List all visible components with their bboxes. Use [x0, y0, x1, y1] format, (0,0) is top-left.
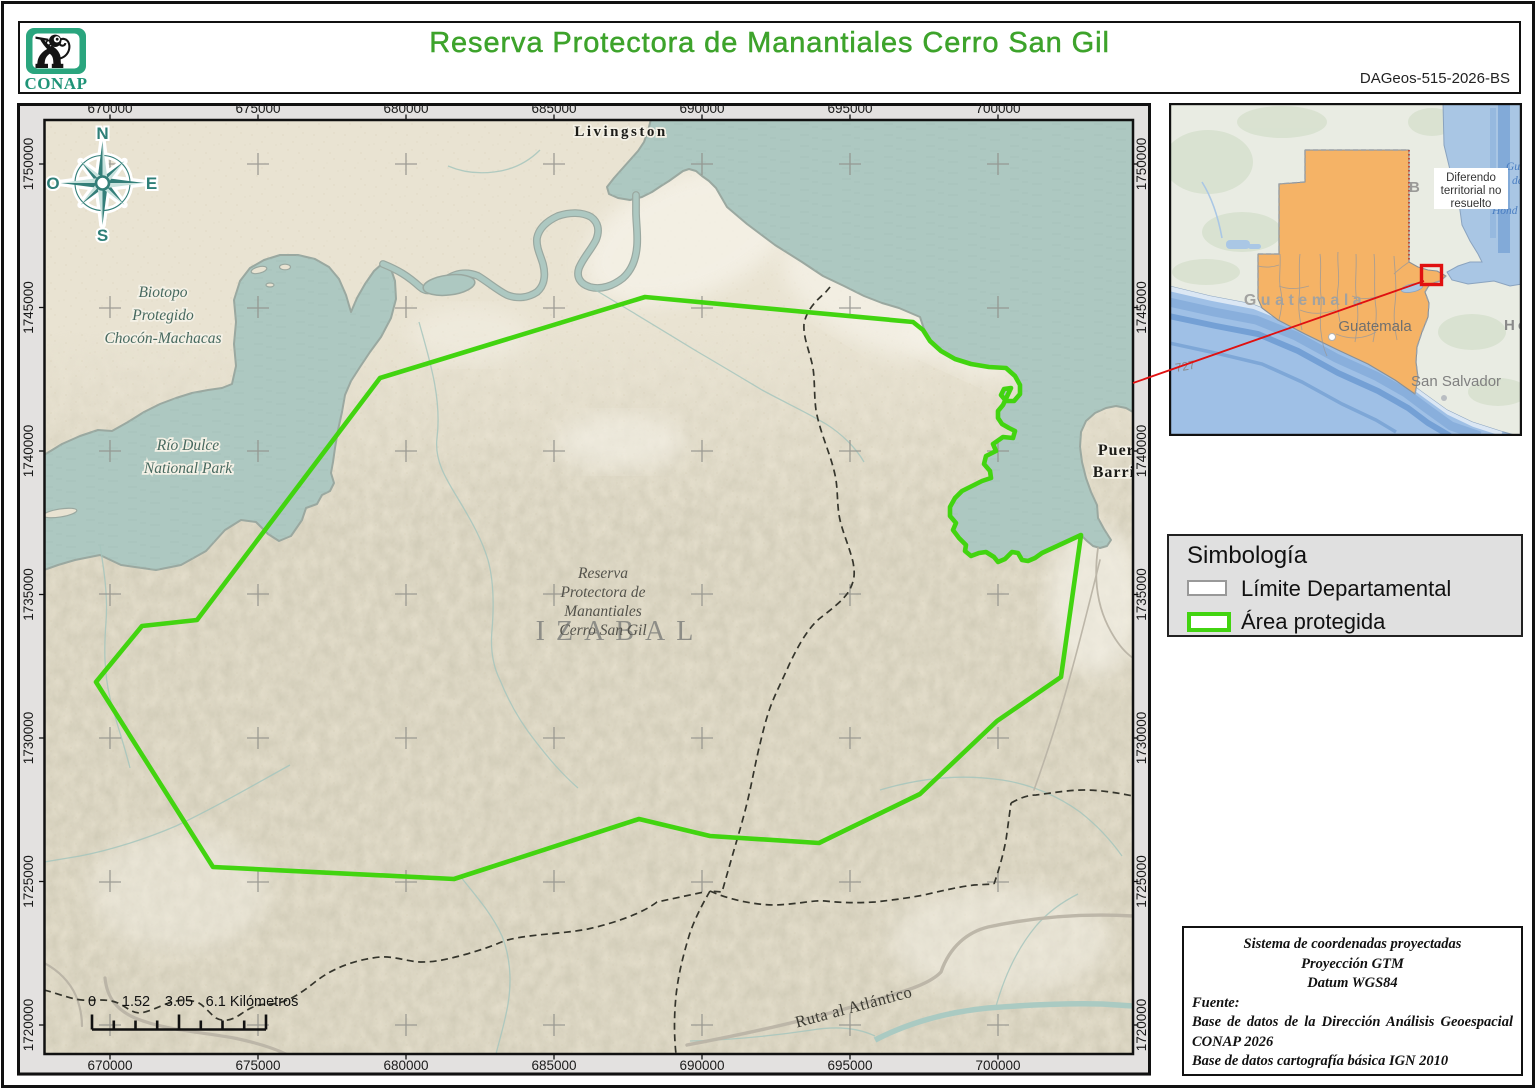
svg-text:Río Dulce: Río Dulce — [156, 437, 220, 454]
svg-text:685000: 685000 — [531, 1058, 576, 1073]
svg-text:1725000: 1725000 — [1134, 855, 1149, 908]
svg-text:Guatemala: Guatemala — [1338, 318, 1412, 335]
svg-text:680000: 680000 — [383, 1058, 428, 1073]
svg-text:Livingston: Livingston — [574, 124, 667, 140]
svg-text:0: 0 — [88, 994, 96, 1010]
svg-text:6.1 Kilómetros: 6.1 Kilómetros — [206, 994, 299, 1010]
svg-text:3.05: 3.05 — [165, 994, 193, 1010]
svg-text:1750000: 1750000 — [1134, 138, 1149, 191]
svg-text:675000: 675000 — [235, 103, 280, 116]
svg-text:Biotopo: Biotopo — [138, 284, 187, 301]
svg-text:CONAP: CONAP — [25, 74, 87, 93]
svg-text:680000: 680000 — [383, 103, 428, 116]
svg-text:1720000: 1720000 — [21, 999, 36, 1052]
svg-text:1740000: 1740000 — [21, 425, 36, 478]
svg-text:Reserva: Reserva — [577, 565, 628, 582]
svg-text:San Salvador: San Salvador — [1411, 373, 1501, 390]
svg-text:N: N — [96, 124, 108, 143]
svg-text:1.52: 1.52 — [122, 994, 150, 1010]
svg-text:1745000: 1745000 — [21, 281, 36, 334]
svg-text:695000: 695000 — [827, 103, 872, 116]
svg-text:Ho: Ho — [1504, 317, 1522, 334]
svg-text:695000: 695000 — [827, 1058, 872, 1073]
svg-text:700000: 700000 — [975, 1058, 1020, 1073]
svg-text:Protegido: Protegido — [131, 307, 194, 324]
svg-text:O: O — [46, 174, 59, 193]
svg-text:resuelto: resuelto — [1451, 198, 1492, 210]
svg-text:Protectora de: Protectora de — [559, 584, 645, 601]
svg-text:B: B — [1409, 179, 1420, 196]
svg-text:Guatemala: Guatemala — [1244, 292, 1366, 309]
svg-text:territorial no: territorial no — [1441, 185, 1502, 197]
svg-text:National Park: National Park — [143, 460, 233, 477]
svg-text:685000: 685000 — [531, 103, 576, 116]
svg-text:1735000: 1735000 — [1134, 568, 1149, 621]
svg-text:1735000: 1735000 — [21, 568, 36, 621]
svg-text:Chocón-Machacas: Chocón-Machacas — [104, 330, 221, 347]
svg-text:1730000: 1730000 — [21, 712, 36, 765]
svg-text:Manantiales: Manantiales — [563, 603, 642, 620]
svg-text:1750000: 1750000 — [21, 138, 36, 191]
svg-text:1745000: 1745000 — [1134, 281, 1149, 334]
svg-text:E: E — [146, 174, 157, 193]
svg-text:690000: 690000 — [679, 1058, 724, 1073]
svg-text:700000: 700000 — [975, 103, 1020, 116]
svg-text:1725000: 1725000 — [21, 855, 36, 908]
svg-text:670000: 670000 — [87, 103, 132, 116]
svg-text:Cerro San Gil: Cerro San Gil — [559, 622, 646, 639]
svg-text:690000: 690000 — [679, 103, 724, 116]
svg-text:1740000: 1740000 — [1134, 425, 1149, 478]
svg-text:1720000: 1720000 — [1134, 999, 1149, 1052]
svg-text:675000: 675000 — [235, 1058, 280, 1073]
svg-text:1730000: 1730000 — [1134, 712, 1149, 765]
svg-text:Gu: Gu — [1506, 161, 1520, 173]
svg-text:Diferendo: Diferendo — [1446, 172, 1496, 184]
svg-text:670000: 670000 — [87, 1058, 132, 1073]
svg-text:S: S — [97, 226, 108, 245]
